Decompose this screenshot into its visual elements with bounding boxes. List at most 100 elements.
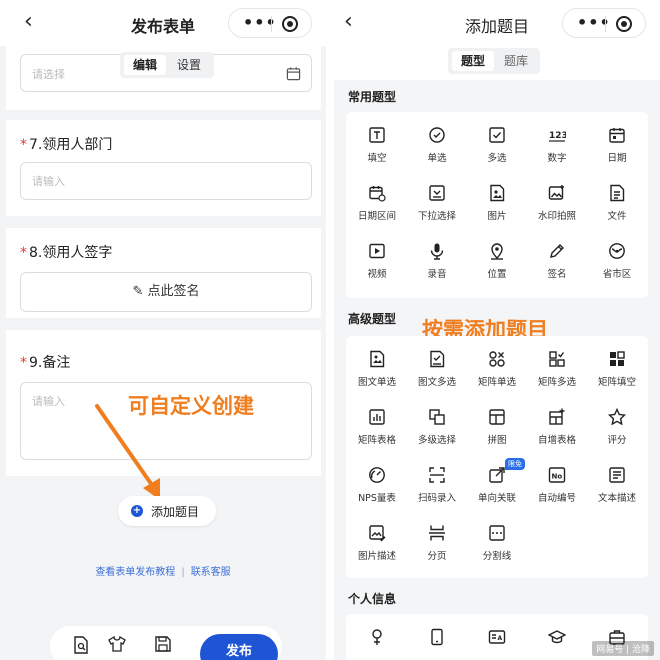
question-type-label: 文件	[607, 211, 627, 222]
question-type-personal-0[interactable]	[347, 624, 407, 660]
question-type-star[interactable]: 评分	[587, 404, 647, 454]
calendar-icon	[608, 126, 626, 144]
question-type-location[interactable]: 位置	[467, 238, 527, 288]
publish-button[interactable]: 发布	[200, 634, 278, 660]
tutorial-link[interactable]: 查看表单发布教程	[95, 567, 175, 578]
question-type-checkbox[interactable]: 多选	[467, 122, 527, 172]
svg-text:A: A	[498, 635, 503, 642]
link-out-icon	[488, 466, 506, 484]
puzzle-icon	[488, 408, 506, 426]
question-type-dropdown[interactable]: 下拉选择	[407, 180, 467, 230]
advanced-types-grid: 图文单选 图文多选 矩阵单选 矩阵多选 矩阵填空矩阵表格 多级选择 拼图 自增表格评分 NPS量…	[346, 336, 648, 578]
divider-icon	[488, 524, 506, 542]
save-icon[interactable]	[154, 636, 172, 654]
watermark-photo-icon	[548, 184, 566, 202]
question-type-image-description[interactable]: 图片描述	[347, 520, 407, 570]
file-icon	[608, 184, 626, 202]
section-advanced: 高级题型	[348, 312, 397, 326]
pen-icon	[548, 242, 566, 260]
nav-bar: ‹ 添加题目 ••• 题型 题库	[334, 0, 660, 80]
question-type-matrix-radio[interactable]: 矩阵单选	[467, 346, 527, 396]
cascade-icon	[428, 408, 446, 426]
question-type-watermark-photo[interactable]: 水印拍照	[527, 180, 587, 230]
add-question-button[interactable]: + 添加题目	[118, 496, 216, 526]
question-type-label: 评分	[607, 435, 627, 446]
question-type-microphone[interactable]: 录音	[407, 238, 467, 288]
question-type-label: 文本描述	[597, 493, 636, 504]
theme-shirt-icon[interactable]	[108, 635, 126, 654]
image-icon	[488, 184, 506, 202]
dropdown-icon	[428, 184, 446, 202]
question-type-file[interactable]: 文件	[587, 180, 647, 230]
question-type-label: 矩阵填空	[597, 377, 636, 388]
question-type-personal-2[interactable]: A	[467, 624, 527, 660]
matrix-checkbox-icon	[548, 350, 566, 368]
question-type-auto-number[interactable]: No 自动编号	[527, 462, 587, 512]
number-icon: 123	[548, 126, 568, 144]
text-description-icon	[608, 466, 626, 484]
page-break-icon	[428, 524, 446, 542]
person-icon	[368, 628, 386, 646]
question-type-image-checkbox[interactable]: 图文多选	[407, 346, 467, 396]
checkbox-icon	[488, 126, 506, 144]
phone-icon	[428, 628, 446, 646]
education-icon	[547, 628, 567, 646]
add-table-icon	[548, 408, 566, 426]
question-type-scan[interactable]: 扫码录入	[407, 462, 467, 512]
matrix-fill-icon	[608, 350, 626, 368]
question-type-link-out[interactable]: 单向关联 限免	[467, 458, 527, 512]
question-type-matrix-table[interactable]: 矩阵表格	[347, 404, 407, 454]
question-type-puzzle[interactable]: 拼图	[467, 404, 527, 454]
microphone-icon	[428, 242, 446, 260]
video-icon	[368, 242, 386, 260]
scan-icon	[428, 466, 446, 484]
close-target-icon[interactable]	[616, 16, 632, 32]
preview-icon[interactable]	[72, 636, 90, 654]
question-type-image[interactable]: 图片	[467, 180, 527, 230]
add-question-panel: ‹ 添加题目 ••• 题型 题库 常用题型 填空 单选 多选 123 数字 日期 日期区间下…	[334, 0, 660, 660]
free-badge: 限免	[505, 458, 525, 470]
tab-question-bank[interactable]: 题库	[496, 51, 536, 71]
radio-icon	[428, 126, 446, 144]
question-type-personal-3[interactable]	[527, 624, 587, 660]
region-icon	[608, 242, 626, 260]
question-type-text[interactable]: 填空	[347, 122, 407, 172]
question-type-cascade[interactable]: 多级选择	[407, 404, 467, 454]
question-type-pen[interactable]: 签名	[527, 238, 587, 288]
star-icon	[607, 407, 627, 426]
plus-circle-icon: +	[131, 505, 143, 517]
question-type-region[interactable]: 省市区	[587, 238, 647, 288]
question-type-text-description[interactable]: 文本描述	[587, 462, 647, 512]
id-card-icon: A	[488, 628, 506, 646]
location-icon	[488, 242, 506, 260]
question-type-divider[interactable]: 分割线	[467, 520, 527, 570]
mini-program-capsule: •••	[562, 8, 646, 38]
text-icon	[368, 126, 386, 144]
svg-text:123: 123	[549, 131, 566, 141]
add-question-label: 添加题目	[151, 505, 200, 519]
bottom-toolbar: 发布	[50, 626, 282, 660]
form-editor-panel: ‹ 发布表单 ••• 请选择 编辑 设置 * 7.领用人部门 请输入 * 8.领用人…	[0, 0, 326, 660]
matrix-radio-icon	[488, 350, 506, 368]
question-type-page-break[interactable]: 分页	[407, 520, 467, 570]
question-type-date-range[interactable]: 日期区间	[347, 180, 407, 230]
link-separator: |	[181, 567, 185, 578]
question-type-video[interactable]: 视频	[347, 238, 407, 288]
watermark: 网易号 | 沧降	[592, 641, 654, 656]
question-type-image-radio[interactable]: 图文单选	[347, 346, 407, 396]
question-type-label: 分割线	[482, 551, 512, 562]
common-types-grid: 填空 单选 多选 123 数字日期日期区间 下拉选择 图片 水印拍照文件视频 录音 位置 签名 省市区	[346, 112, 648, 298]
section-personal: 个人信息	[348, 592, 397, 606]
question-type-label: 日期	[607, 153, 627, 164]
question-type-matrix-fill[interactable]: 矩阵填空	[587, 346, 647, 396]
tab-question-types[interactable]: 题型	[452, 51, 494, 71]
date-range-icon	[368, 184, 386, 202]
question-type-gauge[interactable]: NPS量表	[347, 462, 407, 512]
question-type-matrix-checkbox[interactable]: 矩阵多选	[527, 346, 587, 396]
question-type-personal-1[interactable]	[407, 624, 467, 660]
question-type-calendar[interactable]: 日期	[587, 122, 647, 172]
question-type-add-table[interactable]: 自增表格	[527, 404, 587, 454]
question-type-number[interactable]: 123 数字	[527, 122, 587, 172]
support-link[interactable]: 联系客服	[191, 567, 231, 578]
question-type-radio[interactable]: 单选	[407, 122, 467, 172]
